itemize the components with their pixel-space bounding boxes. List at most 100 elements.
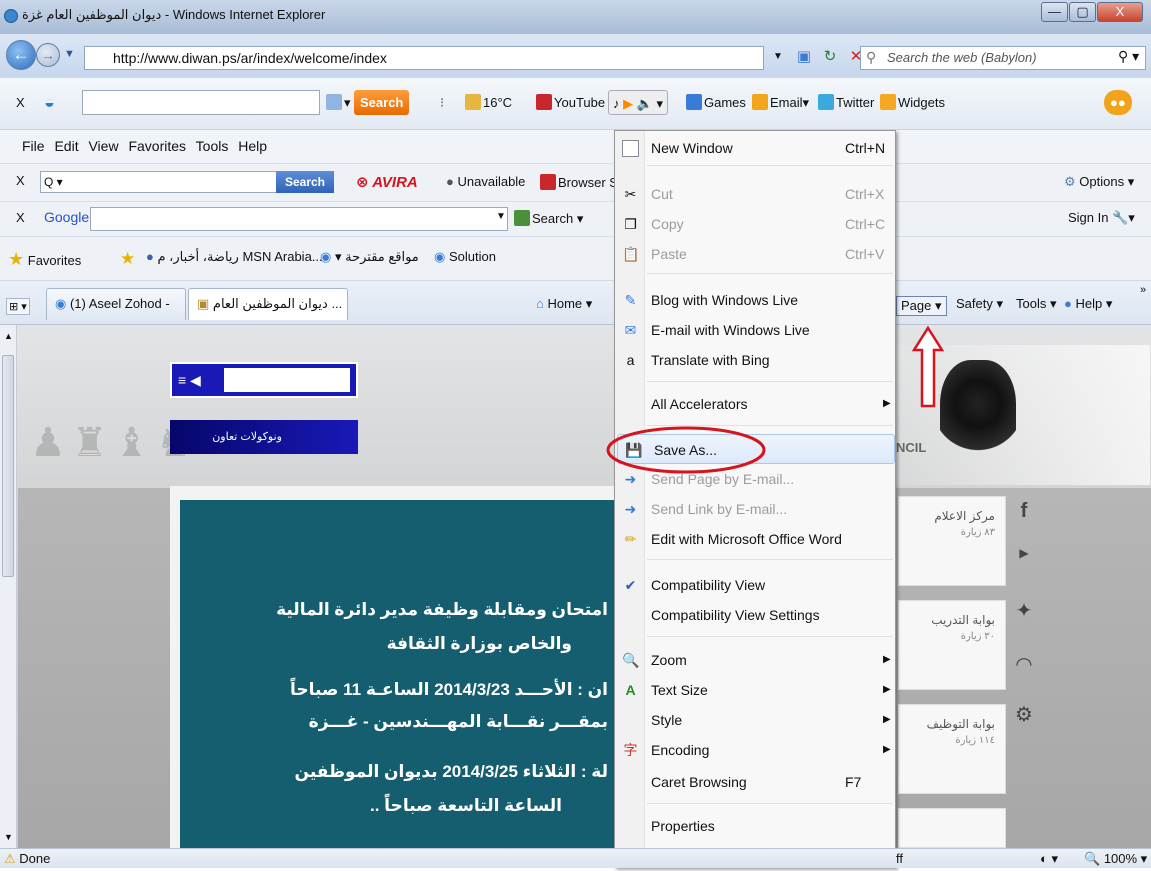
menu-favorites[interactable]: Favorites <box>128 138 186 154</box>
menu-paste[interactable]: 📋 Paste Ctrl+V <box>615 239 897 269</box>
menu-cut[interactable]: ✂ Cut Ctrl+X <box>615 179 897 209</box>
menu-compat-settings[interactable]: Compatibility View Settings <box>615 600 897 630</box>
web-search-input[interactable]: Search the web (Babylon) <box>860 46 1146 70</box>
zone-icon[interactable]: ◐ ▾ <box>1040 849 1058 868</box>
google-signin[interactable]: Sign In 🔧▾ <box>1068 210 1135 226</box>
tools-label: Tools <box>1016 296 1047 311</box>
suggested-sites[interactable]: مواقع مقترحة ▾ ◉ <box>320 249 419 265</box>
avira-search-button[interactable]: Search <box>276 171 334 193</box>
msn-link[interactable]: ● رياضة، أخبار، م MSN Arabia... <box>146 249 323 265</box>
google-toolbar: X Google ▼ Search ▾ Sign In 🔧▾ <box>0 201 1151 236</box>
media-center-card[interactable]: مركز الاعلام ٨٣ زيارة <box>898 496 1006 586</box>
portal-card[interactable] <box>898 808 1006 848</box>
nav-menu-icon[interactable]: ≡ ◀ <box>178 372 201 389</box>
quick-tabs-icon[interactable]: ⊞ ▾ <box>6 298 30 315</box>
menu-all-accelerators[interactable]: All Accelerators ▶ <box>615 389 897 419</box>
back-button[interactable]: ← <box>6 40 36 70</box>
menu-zoom[interactable]: 🔍 Zoom ▶ <box>615 645 897 675</box>
wrench-icon[interactable]: 🔧 <box>1112 210 1128 225</box>
search-options-icon[interactable]: ▾ <box>326 90 351 115</box>
help-button[interactable]: ● Help ▾ <box>1064 296 1112 312</box>
menu-label: Properties <box>651 818 715 834</box>
menu-file[interactable]: File <box>22 138 45 154</box>
signin-label: Sign In <box>1068 210 1109 225</box>
tab-diwan[interactable]: ▣ ديوان الموظفين العام ... X <box>188 288 348 341</box>
dropdown-arrow-icon[interactable]: ▼ <box>768 46 788 68</box>
zoom-level[interactable]: 🔍 100% ▾ <box>1084 849 1147 868</box>
youtube-icon[interactable]: ▶ <box>1012 546 1036 560</box>
menu-help[interactable]: Help <box>238 138 267 154</box>
vertical-scrollbar[interactable]: ▲ ▼ <box>0 325 17 848</box>
address-bar[interactable]: http://www.diwan.ps/ar/index/welcome/ind… <box>84 46 764 70</box>
menu-new-window[interactable]: New Window Ctrl+N <box>615 133 897 163</box>
avira-options-button[interactable]: ⚙ Options ▾ <box>1064 174 1134 190</box>
menu-view[interactable]: View <box>88 138 118 154</box>
email-button[interactable]: Email▾ <box>752 90 809 115</box>
menu-caret-browsing[interactable]: Caret Browsing F7 <box>615 767 897 797</box>
avira-close-button[interactable]: X <box>16 173 25 188</box>
menu-compat-view[interactable]: ✔ Compatibility View <box>615 570 897 600</box>
games-button[interactable]: Games <box>686 90 746 115</box>
scroll-thumb[interactable] <box>2 355 14 577</box>
avira-search-input[interactable]: Q ▾ <box>40 171 280 193</box>
menu-label: Edit with Microsoft Office Word <box>651 531 842 547</box>
twitter-icon[interactable]: ✦ <box>1012 598 1036 623</box>
page-menu-button[interactable]: Page ▾ <box>896 296 947 316</box>
avira-status[interactable]: ● Unavailable <box>446 174 525 189</box>
nav-widget[interactable]: ≡ ◀ <box>170 362 358 398</box>
add-favorite-icon[interactable]: ★ <box>120 249 135 269</box>
menu-encoding[interactable]: 字 Encoding ▶ <box>615 735 897 765</box>
tools-button[interactable]: Tools ▾ <box>1016 296 1057 312</box>
twitter-button[interactable]: Twitter <box>818 90 874 115</box>
close-window-button[interactable]: X <box>1097 2 1143 22</box>
menu-blog-live[interactable]: ✎ Blog with Windows Live <box>615 285 897 315</box>
facebook-icon[interactable]: f <box>1012 500 1036 523</box>
close-toolbar-button[interactable]: X <box>16 90 25 115</box>
babylon-orange-icon[interactable]: ●● <box>1104 90 1132 115</box>
history-dropdown-icon[interactable]: ▼ <box>64 48 75 60</box>
scroll-down-icon[interactable]: ▼ <box>4 832 13 842</box>
widgets-button[interactable]: Widgets <box>880 90 945 115</box>
maximize-button[interactable]: ▢ <box>1069 2 1096 22</box>
menu-edit[interactable]: Edit <box>54 138 78 154</box>
menu-copy[interactable]: ❐ Copy Ctrl+C <box>615 209 897 239</box>
forward-button[interactable]: → <box>36 43 60 67</box>
menu-email-live[interactable]: ✉ E-mail with Windows Live <box>615 315 897 345</box>
favorites-button[interactable]: ★ Favorites <box>8 249 81 270</box>
solution-link[interactable]: ◉ Solution <box>434 249 496 265</box>
google-search-button[interactable]: Search ▾ <box>514 210 583 227</box>
settings-gear-icon[interactable]: ⚙ <box>1012 702 1036 727</box>
compat-view-icon[interactable]: ▣ <box>794 46 814 68</box>
media-player-control[interactable]: ♪ ▶ 🔈 ▾ <box>608 90 669 115</box>
employment-portal-card[interactable]: بوابة التوظيف ١١٤ زيارة <box>898 704 1006 794</box>
menu-text-size[interactable]: A Text Size ▶ <box>615 675 897 705</box>
refresh-icon[interactable]: ↻ <box>820 46 840 68</box>
menu-translate-bing[interactable]: a Translate with Bing <box>615 345 897 375</box>
chevron-more-icon[interactable]: » <box>1140 284 1146 296</box>
rss-icon[interactable]: ◠ <box>1012 652 1036 677</box>
menu-edit-word[interactable]: ✏ Edit with Microsoft Office Word <box>615 524 897 554</box>
menu-properties[interactable]: Properties <box>615 811 897 841</box>
google-dropdown-icon[interactable]: ▼ <box>496 211 506 222</box>
google-logo: Google <box>44 209 90 225</box>
menu-style[interactable]: Style ▶ <box>615 705 897 735</box>
search-go-icon[interactable]: ⚲ ▾ <box>1118 48 1139 65</box>
menu-send-link[interactable]: ➜ Send Link by E-mail... <box>615 494 897 524</box>
scroll-up-icon[interactable]: ▲ <box>4 331 13 341</box>
red-arrow-annotation <box>911 325 945 408</box>
training-portal-card[interactable]: بوابة التدريب ٣٠ زيارة <box>898 600 1006 690</box>
safety-button[interactable]: Safety ▾ <box>956 296 1003 312</box>
minimize-button[interactable]: — <box>1041 2 1068 22</box>
menu-tools[interactable]: Tools <box>196 138 229 154</box>
babylon-search-button[interactable]: Search <box>354 90 410 115</box>
google-search-input[interactable] <box>90 207 508 231</box>
youtube-button[interactable]: YouTube <box>536 90 605 115</box>
home-button[interactable]: ⌂ Home ▾ <box>536 296 592 312</box>
tab-aseel[interactable]: ◉ (1) Aseel Zohod - ك... <box>46 288 186 341</box>
google-close-button[interactable]: X <box>16 210 25 225</box>
status-label: Done <box>19 851 51 866</box>
cooperation-banner[interactable]: ونوكولات تعاون <box>170 420 358 454</box>
babylon-search-input[interactable] <box>82 90 320 115</box>
news-panel: امتحان ومقابلة وظيفة مدير دائرة المالية … <box>180 500 622 848</box>
weather-temp[interactable]: 16°C <box>465 90 512 115</box>
